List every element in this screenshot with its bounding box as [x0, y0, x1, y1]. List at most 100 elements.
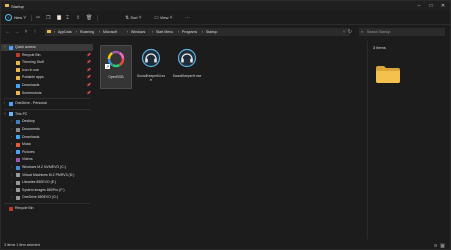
folder-icon [16, 150, 20, 155]
folder-icon [16, 180, 20, 185]
sidebar-item[interactable]: › OneDrive - Personal [1, 100, 93, 107]
up-icon[interactable]: ↑ [31, 28, 39, 36]
more-options-icon[interactable]: ⋯ [185, 14, 190, 22]
maximize-button[interactable]: □ [426, 2, 436, 10]
sidebar-item[interactable]: › Videos [1, 156, 93, 163]
address-bar[interactable]: › AppData › Roaming › Microsoft › Window… [45, 28, 350, 36]
sidebar-item[interactable]: › Music [1, 141, 93, 148]
sidebar-item-label: Downloads [22, 83, 40, 87]
explorer-window: Startup – □ ✕ + New ˅ ✂ ❐ 📋 ⌶ ⇪ 🗑 ⇅ Sort… [0, 0, 451, 250]
chevron-right-icon[interactable]: › [11, 156, 12, 163]
details-view-icon[interactable]: ☰ [433, 243, 438, 248]
sort-button[interactable]: ⇅ Sort ˅ [125, 14, 142, 22]
sidebar-item[interactable]: Recycle Bin 📌 [1, 52, 93, 59]
chevron-right-icon[interactable]: › [11, 194, 12, 201]
sidebar-item[interactable]: › Windows M.2 NVMEVO (C:) [1, 164, 93, 171]
breadcrumb-appdata[interactable]: AppData [58, 28, 72, 36]
sidebar-item[interactable]: Portable apps 📌 [1, 74, 93, 81]
new-button[interactable]: + New ˅ [5, 14, 26, 22]
sidebar-item[interactable]: Recycle Bin [1, 205, 93, 212]
breadcrumb-start-menu[interactable]: Start Menu [156, 28, 173, 36]
share-icon[interactable]: ⇪ [76, 14, 80, 22]
sidebar-item[interactable]: Screenshots 📌 [1, 90, 93, 97]
sidebar-item-label: OneDrive - Personal [15, 101, 47, 106]
breadcrumb-separator: › [178, 30, 180, 34]
breadcrumb-programs[interactable]: Programs [182, 28, 197, 36]
breadcrumb-separator: › [76, 30, 78, 34]
breadcrumb-roaming[interactable]: Roaming [80, 28, 94, 36]
chevron-right-icon[interactable]: › [11, 118, 12, 125]
sidebar-item-label: Recycle Bin [15, 206, 34, 210]
sidebar-item[interactable]: ˅ This PC [1, 111, 93, 118]
pin-icon: 📌 [86, 60, 91, 65]
breadcrumb-separator: › [54, 30, 56, 34]
chevron-down-icon[interactable]: ˅ [4, 111, 6, 118]
sidebar-item[interactable]: Theming Stuff 📌 [1, 59, 93, 66]
sidebar-item[interactable]: Downloads 📌 [1, 82, 93, 89]
close-button[interactable]: ✕ [438, 2, 448, 10]
sidebar-item-label: Portable apps [22, 75, 44, 80]
chevron-right-icon[interactable]: › [11, 187, 12, 194]
title-bar: Startup – □ ✕ [1, 1, 450, 11]
chevron-right-icon[interactable]: › [11, 149, 12, 156]
minimize-button[interactable]: – [414, 2, 424, 10]
pin-icon: 📌 [86, 67, 91, 72]
pin-icon: 📌 [86, 83, 91, 87]
chevron-down-icon: ˅ [138, 15, 142, 21]
chevron-right-icon[interactable]: › [11, 134, 12, 141]
file-item-soundkeeperh[interactable]: SoundKeeperH.exe [172, 45, 202, 87]
breadcrumb-microsoft[interactable]: Microsoft [103, 28, 117, 36]
breadcrumb-windows[interactable]: Windows [131, 28, 145, 36]
view-button[interactable]: ▭ View ˅ [154, 14, 173, 22]
sidebar-item-label: Screenshots [22, 90, 42, 95]
rename-icon[interactable]: ⌶ [66, 14, 69, 22]
folder-icon [16, 142, 20, 147]
recent-locations-icon[interactable]: ˅ [22, 28, 30, 36]
refresh-icon[interactable]: ↻ [346, 28, 354, 36]
sidebar-item[interactable]: › Downloads [1, 134, 93, 141]
sidebar-item[interactable]: › Pictures [1, 149, 93, 156]
large-icons-view-icon[interactable]: ▦ [440, 243, 445, 248]
search-input[interactable] [367, 29, 441, 35]
chevron-right-icon[interactable]: › [11, 126, 12, 133]
soundkeeper-icon [177, 48, 197, 68]
breadcrumb-separator: › [127, 30, 129, 34]
sidebar-item-label: Downloads [22, 134, 40, 139]
chevron-right-icon[interactable]: › [11, 141, 12, 148]
paste-icon[interactable]: 📋 [56, 14, 62, 22]
breadcrumb-startup[interactable]: Startup [206, 28, 217, 36]
chevron-down-icon[interactable]: ˅ [343, 28, 345, 36]
chevron-right-icon[interactable]: › [11, 172, 12, 179]
cut-icon[interactable]: ✂ [36, 14, 40, 22]
sidebar-item[interactable]: › Libraries 850EVO (E:) [1, 179, 93, 186]
forward-icon[interactable]: → [13, 28, 21, 36]
search-icon: ⌕ [361, 29, 364, 34]
file-item-openrgb[interactable]: ↗ OpenRGB [100, 45, 132, 89]
delete-icon[interactable]: 🗑 [86, 14, 92, 22]
folder-icon [9, 112, 13, 117]
sidebar-item[interactable]: Icon in use 📌 [1, 67, 93, 74]
copy-icon[interactable]: ❐ [46, 14, 50, 22]
folder-icon [5, 4, 9, 7]
chevron-right-icon[interactable]: › [4, 100, 5, 107]
sidebar-item-label: Desktop [22, 119, 35, 124]
search-box[interactable]: ⌕ [359, 28, 445, 36]
sidebar-item[interactable]: › Virtual Machines M.2 PMRV3 (D:) [1, 172, 93, 179]
chevron-right-icon[interactable]: › [11, 179, 12, 186]
command-bar: + New ˅ ✂ ❐ 📋 ⌶ ⇪ 🗑 ⇅ Sort ˅ ▭ View ˅ ⋯ [1, 12, 450, 25]
sidebar-item-label: Documents [22, 127, 40, 131]
chevron-down-icon[interactable]: ˅ [4, 44, 6, 51]
chevron-down-icon: ˅ [169, 15, 173, 21]
folder-icon [9, 45, 13, 50]
sidebar-item[interactable]: ˅ Quick access [1, 44, 93, 51]
sidebar-item[interactable]: › OneDrive 850EVO (G:) [1, 194, 93, 201]
sidebar-item[interactable]: › System images 860Pro (F:) [1, 187, 93, 194]
sidebar-item[interactable]: › Desktop [1, 118, 93, 125]
sidebar-item[interactable]: › Documents [1, 126, 93, 133]
chevron-right-icon[interactable]: › [11, 164, 12, 171]
sidebar-item-label: Virtual Machines M.2 PMRV3 (D:) [22, 172, 75, 177]
sidebar-item-label: Theming Stuff [22, 60, 44, 65]
file-item-soundkeeper64[interactable]: SoundKeeper64.exe [136, 45, 166, 87]
back-icon[interactable]: ← [4, 28, 12, 36]
file-name: SoundKeeperH.exe [172, 74, 202, 78]
